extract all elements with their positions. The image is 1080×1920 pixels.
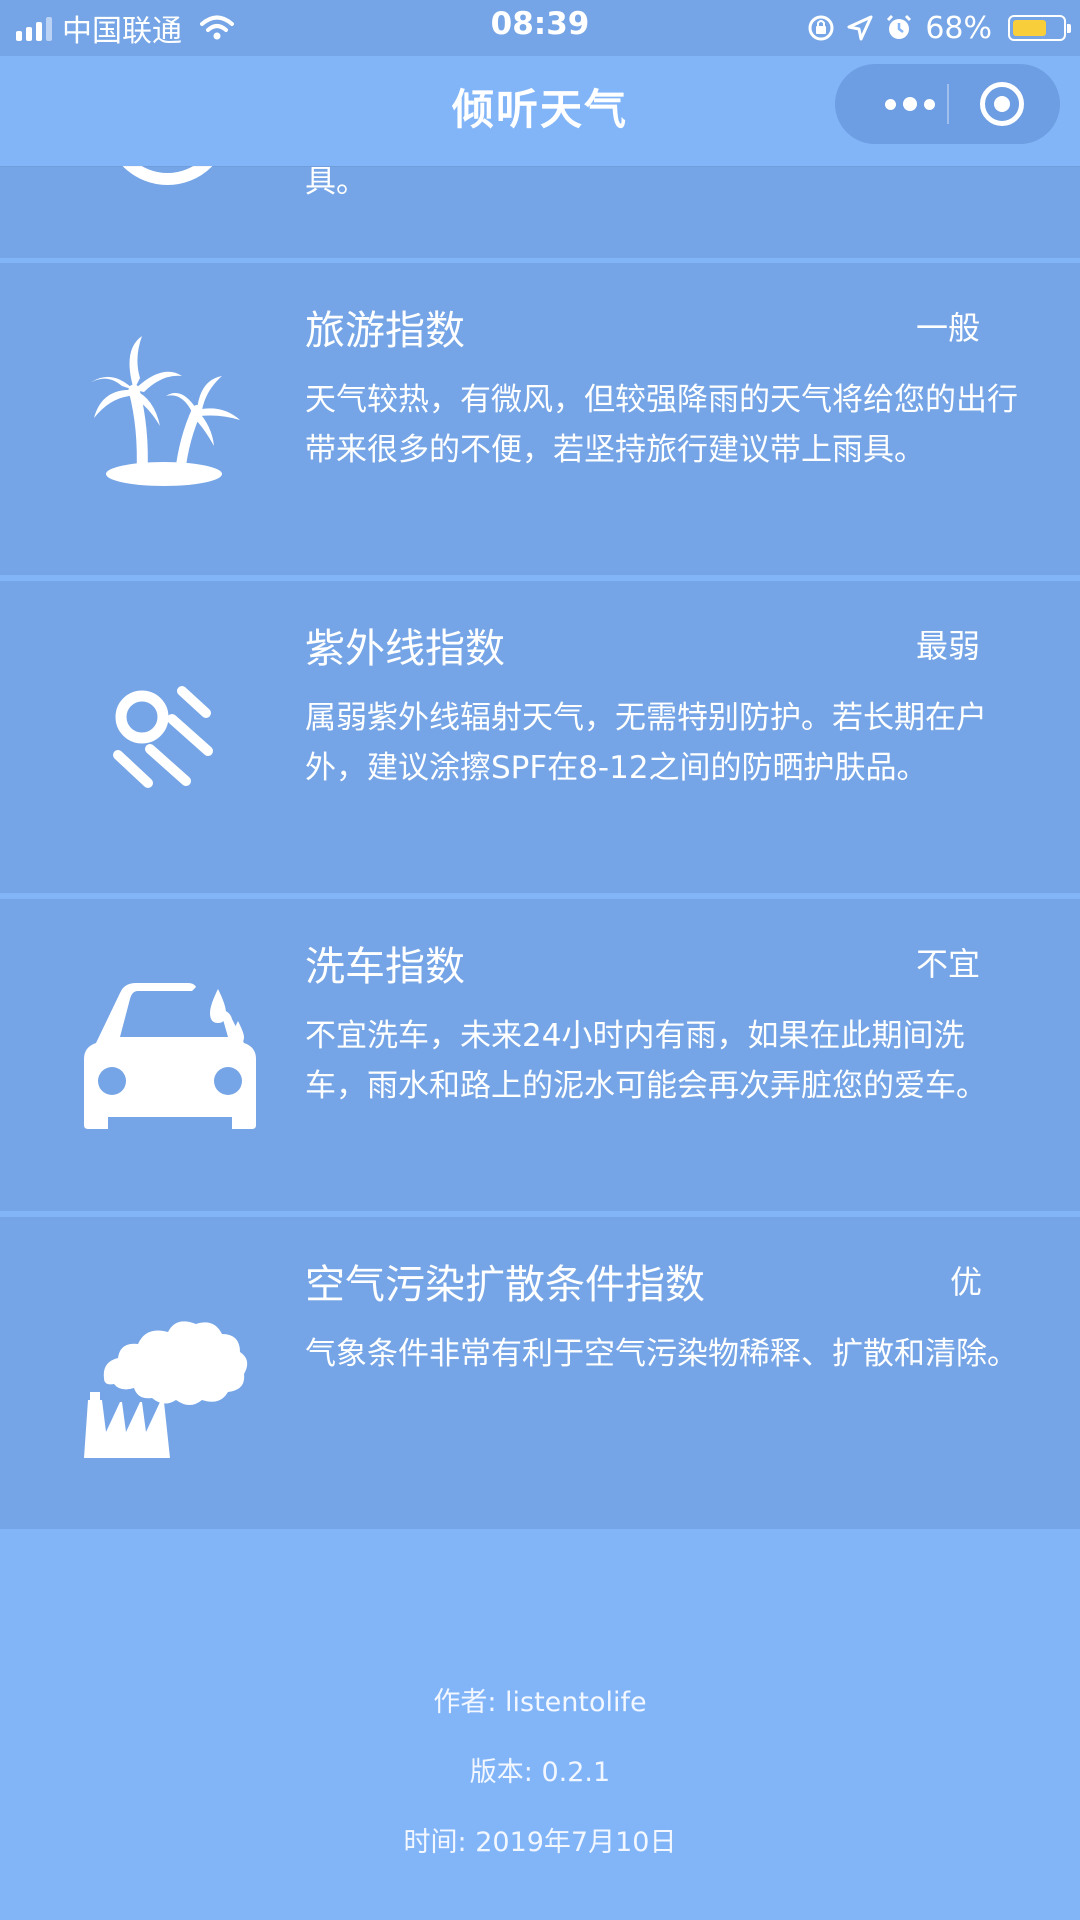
car-wash-icon: [84, 983, 256, 1129]
index-card-title: 洗车指数: [305, 944, 465, 990]
index-card-description: 属弱紫外线辐射天气，无需特别防护。若长期在户外，建议涂擦SPF在8-12之间的防…: [305, 700, 987, 786]
palm-tree-icon: [90, 336, 240, 486]
location-icon: [847, 15, 873, 41]
index-card-car-wash: 洗车指数 不宜 不宜洗车，未来24小时内有雨，如果在此期间洗车，雨水和路上的泥水…: [0, 899, 1080, 1211]
navigation-bar: 倾听天气: [0, 56, 1080, 166]
status-bar: 中国联通 08:39 68%: [0, 0, 1080, 56]
footer-author: 作者: listentolife: [433, 1687, 647, 1718]
capsule-divider: [947, 84, 949, 124]
index-card-description: 不宜洗车，未来24小时内有雨，如果在此期间洗车，雨水和路上的泥水可能会再次弄脏您…: [305, 1018, 987, 1104]
target-close-icon[interactable]: [980, 82, 1024, 126]
index-card-uv: 紫外线指数 最弱 属弱紫外线辐射天气，无需特别防护。若长期在户外，建议涂擦SPF…: [0, 581, 1080, 893]
index-card-level: 最弱: [915, 627, 980, 665]
battery-icon: [1008, 15, 1071, 41]
index-card-level: 一般: [915, 309, 980, 347]
index-card-air-pollution: 空气污染扩散条件指数 优 气象条件非常有利于空气污染物稀释、扩散和清除。: [0, 1217, 1080, 1529]
footer-date: 时间: 2019年7月10日: [403, 1827, 677, 1858]
index-card-description: 天气较热，有微风，但较强降雨的天气将给您的出行带来很多的不便，若坚持旅行建议带上…: [305, 382, 1018, 468]
battery-percent: 68%: [925, 10, 992, 46]
index-card-level: 不宜: [915, 945, 980, 983]
index-card-title: 空气污染扩散条件指数: [305, 1262, 705, 1308]
alarm-icon: [887, 14, 912, 39]
rotation-lock-icon: [808, 15, 834, 41]
index-card-title: 紫外线指数: [305, 626, 505, 672]
mini-program-capsule: [835, 64, 1060, 144]
more-dots-icon[interactable]: [870, 64, 950, 144]
index-card-level: 优: [949, 1263, 982, 1301]
footer-version: 版本: 0.2.1: [469, 1757, 611, 1788]
index-card-travel: 旅游指数 一般 天气较热，有微风，但较强降雨的天气将给您的出行带来很多的不便，若…: [0, 263, 1080, 575]
index-card-description: 气象条件非常有利于空气污染物稀释、扩散和清除。: [305, 1336, 1018, 1372]
index-card-title: 旅游指数: [305, 308, 465, 354]
factory-icon: [84, 1321, 248, 1458]
sun-rays-icon: [113, 686, 213, 788]
